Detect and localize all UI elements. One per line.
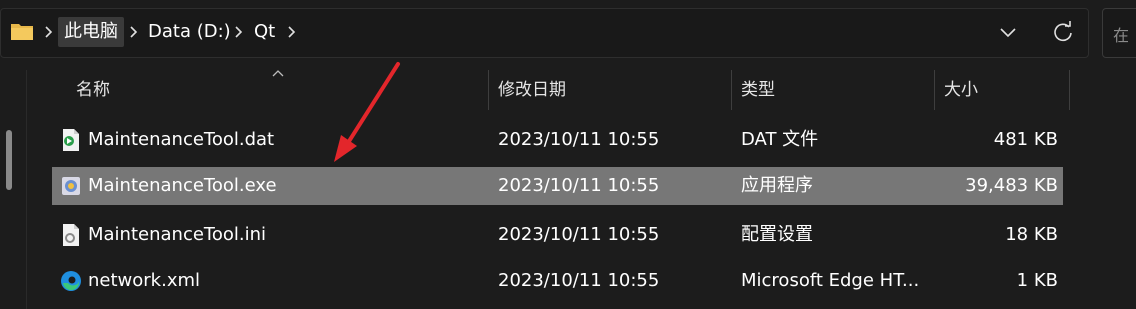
file-name: MaintenanceTool.ini	[88, 224, 267, 245]
ini-file-icon	[63, 224, 79, 246]
column-header-modified[interactable]: 修改日期	[498, 70, 566, 110]
chevron-right-icon[interactable]	[42, 24, 54, 40]
nav-pane-scrollbar[interactable]	[6, 130, 12, 190]
sort-ascending-icon	[272, 70, 284, 77]
file-type: 应用程序	[741, 175, 813, 196]
file-modified: 2023/10/11 10:55	[498, 175, 660, 196]
file-row[interactable]: MaintenanceTool.ini 2023/10/11 10:55 配置设…	[52, 216, 1063, 254]
refresh-icon[interactable]	[1052, 21, 1074, 43]
file-size: 1 KB	[1016, 270, 1058, 291]
column-divider[interactable]	[731, 70, 732, 110]
breadcrumb-data-drive[interactable]: Data (D:)	[148, 17, 231, 47]
chevron-right-icon[interactable]	[232, 24, 244, 40]
file-modified: 2023/10/11 10:55	[498, 270, 660, 291]
file-modified: 2023/10/11 10:55	[498, 129, 660, 150]
file-type: DAT 文件	[741, 129, 819, 150]
search-box[interactable]: 在	[1102, 8, 1136, 58]
file-size: 481 KB	[993, 129, 1058, 150]
column-header-type[interactable]: 类型	[741, 70, 775, 110]
file-row[interactable]: network.xml 2023/10/11 10:55 Microsoft E…	[52, 262, 1063, 300]
column-header-name[interactable]: 名称	[76, 70, 110, 110]
file-type: 配置设置	[741, 224, 813, 245]
file-size: 39,483 KB	[965, 175, 1058, 196]
column-divider[interactable]	[1069, 70, 1070, 110]
chevron-right-icon[interactable]	[127, 24, 139, 40]
column-divider[interactable]	[934, 70, 935, 110]
file-size: 18 KB	[1005, 224, 1058, 245]
chevron-right-icon[interactable]	[285, 24, 297, 40]
file-type: Microsoft Edge HT...	[741, 270, 920, 291]
column-header-size[interactable]: 大小	[944, 70, 978, 110]
file-name: network.xml	[88, 270, 201, 291]
breadcrumb-qt[interactable]: Qt	[254, 17, 275, 47]
file-modified: 2023/10/11 10:55	[498, 224, 660, 245]
folder-icon	[11, 24, 33, 40]
dat-file-icon	[63, 129, 79, 151]
file-row[interactable]: MaintenanceTool.dat 2023/10/11 10:55 DAT…	[52, 121, 1063, 159]
search-placeholder: 在	[1113, 26, 1130, 45]
edge-file-icon	[61, 271, 81, 291]
breadcrumb-this-pc[interactable]: 此电脑	[58, 17, 124, 47]
nav-pane-divider	[26, 70, 27, 309]
exe-file-icon	[62, 177, 80, 195]
column-divider[interactable]	[488, 70, 489, 110]
file-name: MaintenanceTool.dat	[88, 129, 275, 150]
file-name: MaintenanceTool.exe	[88, 175, 277, 196]
chevron-down-icon[interactable]	[998, 24, 1018, 40]
file-row-selected[interactable]: MaintenanceTool.exe 2023/10/11 10:55 应用程…	[52, 167, 1063, 205]
